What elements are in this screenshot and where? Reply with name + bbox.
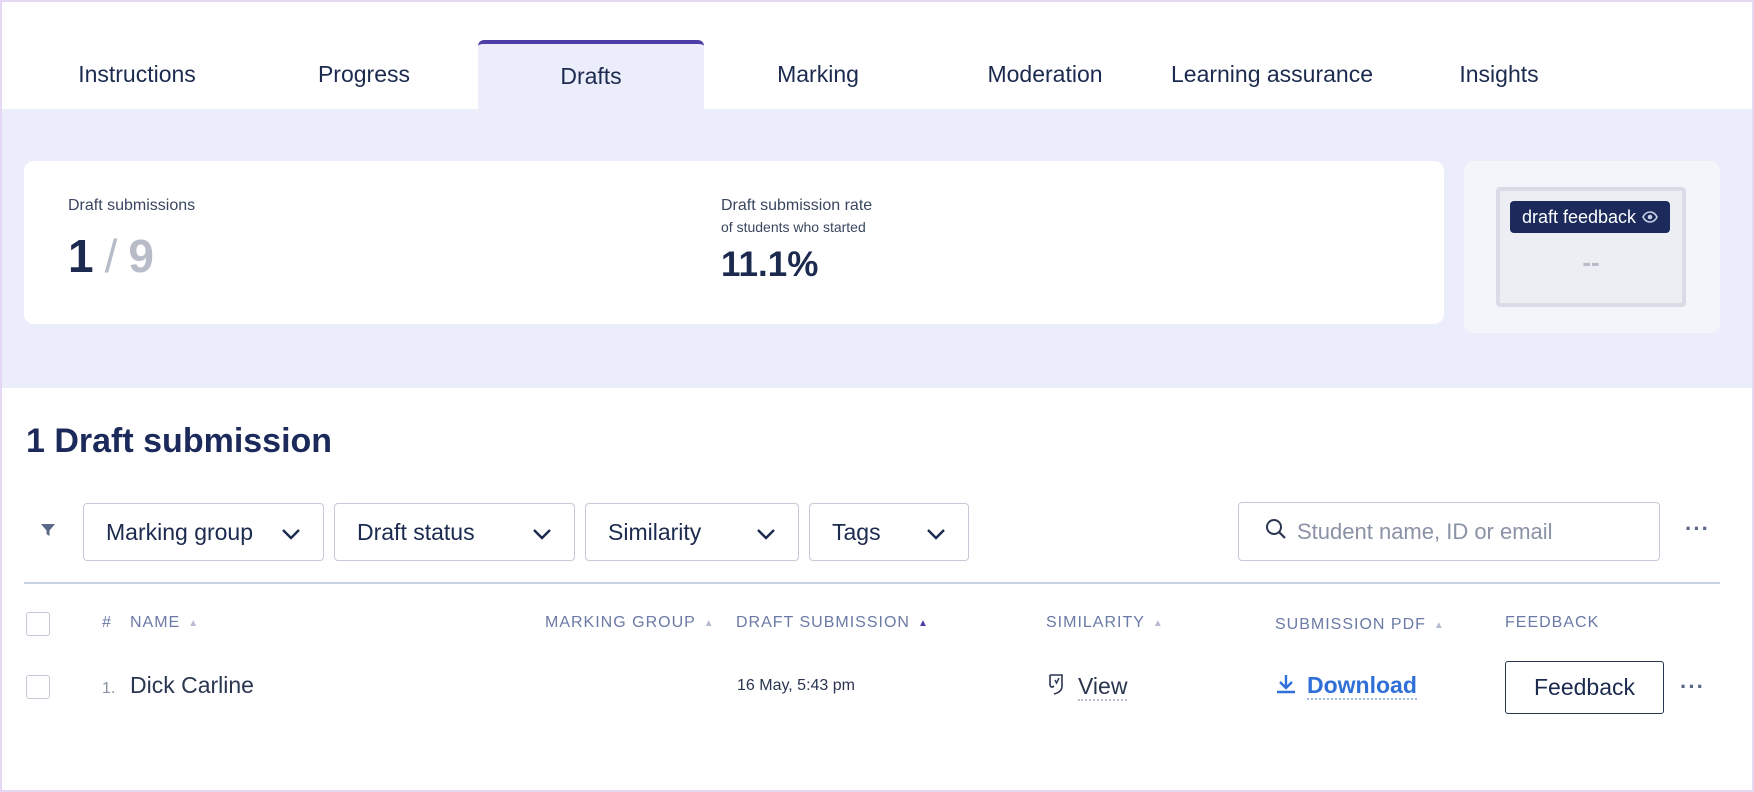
column-header-marking-group[interactable]: MARKING GROUP ▲ [545, 614, 715, 632]
similarity-filter[interactable]: Similarity [585, 503, 799, 561]
tab-moderation[interactable]: Moderation [932, 40, 1158, 109]
column-similarity-label: SIMILARITY [1046, 614, 1145, 631]
total-count: 9 [128, 230, 155, 282]
download-link[interactable]: Download [1307, 672, 1417, 700]
chevron-down-icon [281, 519, 301, 546]
row-number-text: 1. [102, 680, 116, 697]
tab-bar: Instructions Progress Drafts Marking Mod… [2, 2, 1752, 109]
column-marking-group-label: MARKING GROUP [545, 614, 696, 631]
row-more-button[interactable]: ··· [1680, 674, 1705, 700]
student-name[interactable]: Dick Carline [130, 672, 254, 699]
similarity-cell: View [1046, 672, 1128, 701]
marking-group-filter[interactable]: Marking group [83, 503, 324, 561]
marking-group-filter-label: Marking group [106, 518, 254, 545]
column-header-num: # [102, 614, 112, 632]
column-num-label: # [102, 614, 112, 631]
draft-rate-value: 11.1% [721, 245, 819, 284]
submission-pdf-cell: Download [1275, 672, 1417, 700]
column-header-submission-pdf[interactable]: SUBMISSION PDF ▲ [1275, 616, 1445, 634]
draft-submissions-value: 1/9 [68, 229, 195, 283]
draft-separator: / [104, 230, 119, 282]
sort-up-icon: ▲ [1152, 617, 1164, 629]
toolbar-more-button[interactable]: ··· [1685, 516, 1710, 542]
stats-card: Draft submissions 1/9 Draft submission r… [24, 161, 1444, 324]
filter-icon[interactable] [40, 522, 56, 543]
column-header-similarity[interactable]: SIMILARITY ▲ [1046, 614, 1164, 632]
chevron-down-icon [532, 519, 552, 546]
tab-insights[interactable]: Insights [1386, 40, 1612, 109]
column-header-feedback: FEEDBACK [1505, 614, 1599, 632]
page-title: 1 Draft submission [26, 422, 333, 460]
draft-feedback-preview[interactable]: draft feedback -- [1464, 161, 1720, 333]
draft-count: 1 [68, 230, 95, 282]
column-header-name[interactable]: NAME ▲ [130, 614, 199, 632]
tab-progress[interactable]: Progress [251, 40, 477, 109]
row-number: 1. [102, 680, 115, 698]
chevron-down-icon [926, 519, 946, 546]
eye-icon [1642, 207, 1658, 228]
divider [24, 582, 1720, 584]
column-header-draft-submission[interactable]: DRAFT SUBMISSION ▲ [736, 614, 929, 632]
select-all-checkbox[interactable] [26, 612, 50, 636]
preview-value: -- [1582, 247, 1600, 277]
column-feedback-label: FEEDBACK [1505, 614, 1600, 631]
search-input[interactable] [1297, 518, 1637, 545]
student-name-text: Dick Carline [130, 672, 254, 698]
draft-submissions-label: Draft submissions [68, 197, 196, 214]
sort-up-icon: ▲ [703, 617, 715, 629]
preview-frame: draft feedback -- [1496, 187, 1686, 307]
column-submission-pdf-label: SUBMISSION PDF [1275, 616, 1426, 633]
draft-rate-sublabel: of students who started [721, 219, 866, 235]
draft-rate-stat: Draft submission rate of students who st… [721, 197, 872, 285]
sort-up-icon: ▲ [1433, 619, 1445, 631]
download-icon [1275, 673, 1297, 700]
draft-rate-label: Draft submission rate [721, 197, 873, 214]
row-checkbox[interactable] [26, 675, 50, 699]
sort-up-icon: ▲ [917, 617, 929, 629]
draft-feedback-badge-label: draft feedback [1521, 206, 1637, 227]
sort-up-icon: ▲ [188, 617, 200, 629]
tab-instructions[interactable]: Instructions [24, 40, 250, 109]
draft-submission-date: 16 May, 5:43 pm [737, 677, 855, 695]
draft-submission-date-text: 16 May, 5:43 pm [737, 677, 855, 694]
feedback-button[interactable]: Feedback [1505, 661, 1664, 714]
draft-status-filter-label: Draft status [357, 518, 475, 545]
similarity-view-link[interactable]: View [1078, 673, 1128, 701]
column-name-label: NAME [130, 614, 181, 631]
draft-feedback-badge[interactable]: draft feedback [1510, 201, 1670, 233]
similarity-report-icon [1046, 672, 1066, 701]
draft-status-filter[interactable]: Draft status [334, 503, 575, 561]
chevron-down-icon [756, 519, 776, 546]
tags-filter[interactable]: Tags [809, 503, 969, 561]
tab-learning-assurance[interactable]: Learning assurance [1159, 40, 1385, 109]
tags-filter-label: Tags [832, 518, 881, 545]
search-icon [1265, 518, 1287, 545]
tab-marking[interactable]: Marking [705, 40, 931, 109]
similarity-filter-label: Similarity [608, 518, 702, 545]
stats-band: Draft submissions 1/9 Draft submission r… [2, 109, 1752, 388]
draft-submissions-stat: Draft submissions 1/9 [68, 197, 195, 283]
column-draft-submission-label: DRAFT SUBMISSION [736, 614, 910, 631]
tab-drafts[interactable]: Drafts [478, 40, 704, 109]
search-box[interactable] [1238, 502, 1660, 561]
